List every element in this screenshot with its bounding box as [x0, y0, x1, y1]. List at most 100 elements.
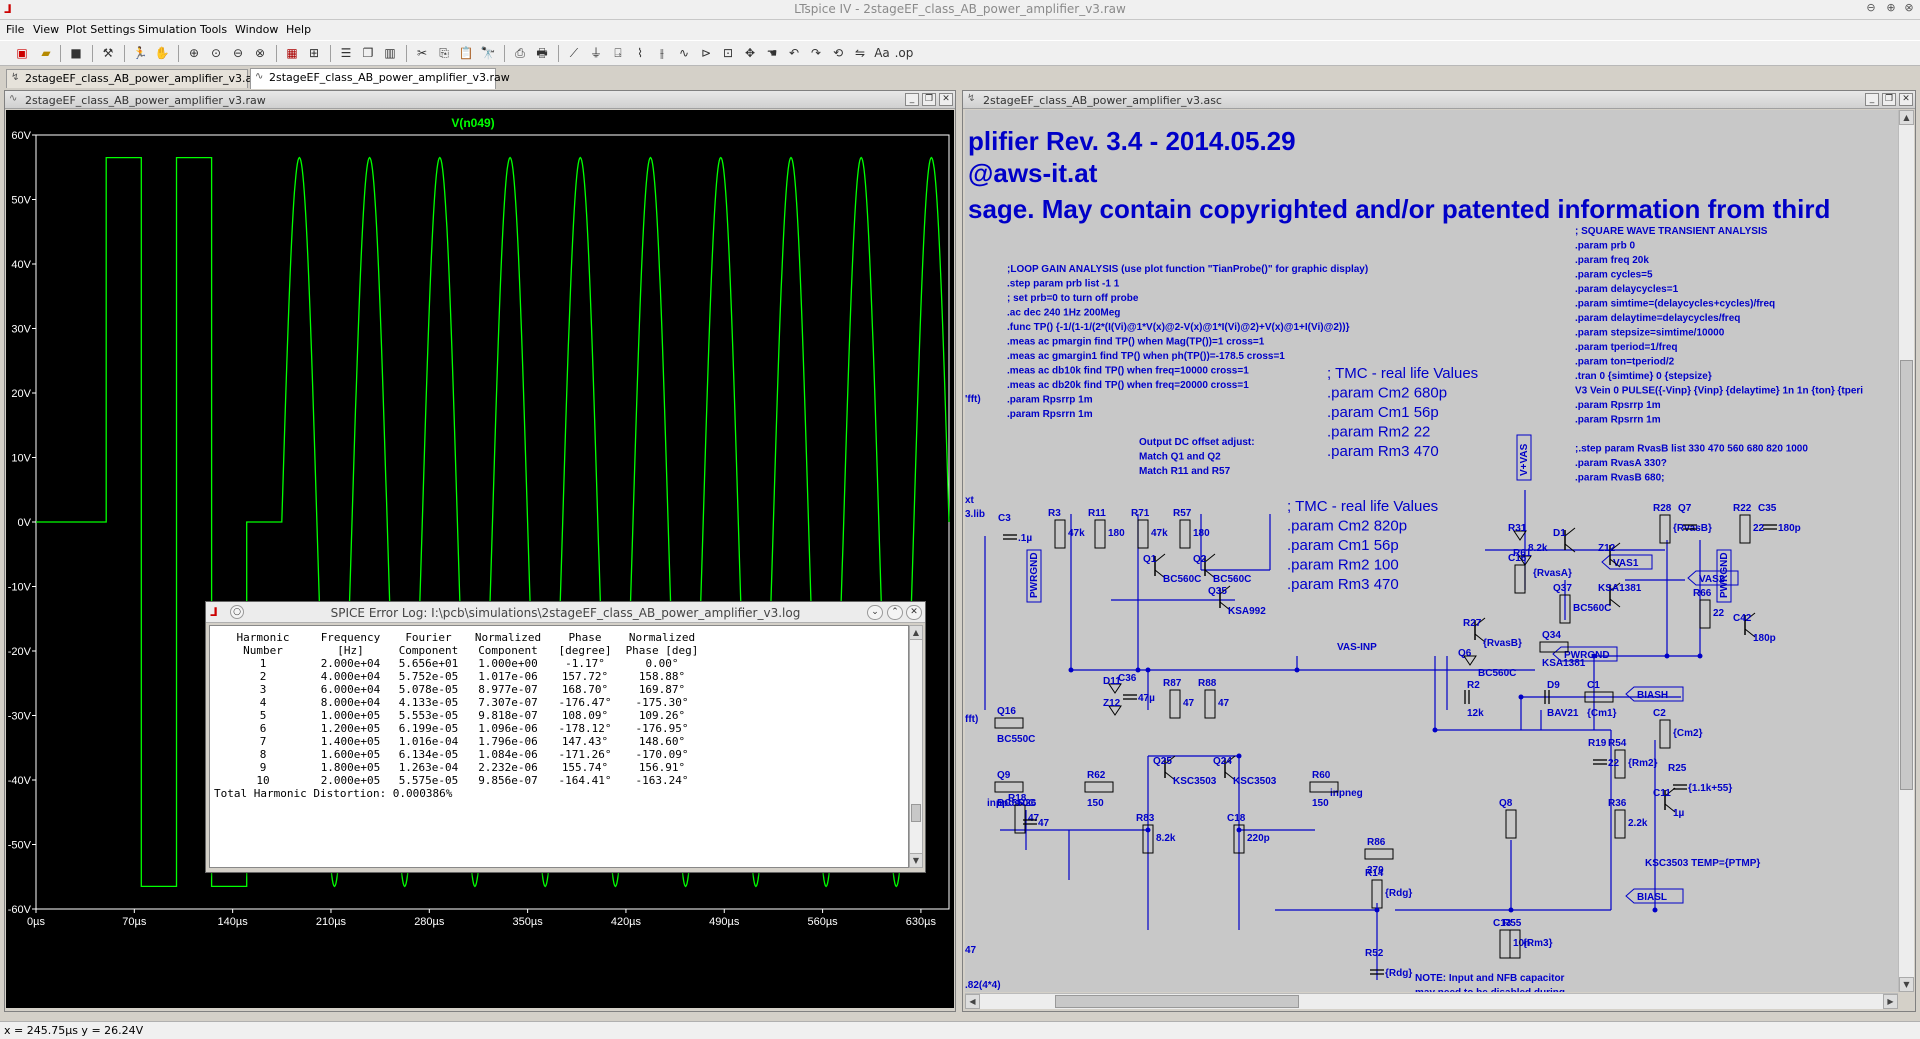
component-value: {RvasA} — [1533, 568, 1572, 579]
component-icon[interactable]: ⊡ — [718, 44, 738, 63]
maximize-icon[interactable]: ⌃ — [887, 605, 903, 620]
menu-help[interactable]: Help — [286, 23, 311, 36]
halt-icon[interactable]: ✋ — [152, 44, 172, 63]
inductor-icon[interactable]: ∿ — [674, 44, 694, 63]
component-value: 270 — [1367, 865, 1384, 876]
junction-dot — [1652, 907, 1658, 913]
restore-icon[interactable]: ❐ — [1882, 93, 1896, 106]
resistor-c16 — [1514, 564, 1526, 594]
resistor-r36 — [1614, 809, 1626, 839]
net-label-inpneg: inpneg — [1330, 788, 1363, 799]
error-log-scroll-thumb[interactable] — [911, 804, 921, 822]
minimize-icon[interactable]: ⊖ — [1862, 1, 1880, 17]
copy-icon[interactable]: ⎘ — [434, 44, 454, 63]
close-icon[interactable]: ✕ — [906, 605, 922, 620]
wire-icon[interactable]: ⟋ — [564, 44, 584, 63]
diode-icon[interactable]: ⊳ — [696, 44, 716, 63]
zoom-fit-icon[interactable]: ⊗ — [250, 44, 270, 63]
maximize-icon[interactable]: ⊕ — [1882, 1, 1900, 17]
close-icon[interactable]: ⊗ — [1900, 1, 1918, 17]
grid-icon[interactable]: ⊞ — [304, 44, 324, 63]
menu-plot-settings[interactable]: Plot Settings — [66, 23, 135, 36]
capacitor-icon[interactable]: ⫲ — [652, 44, 672, 63]
menu-file[interactable]: File — [6, 23, 24, 36]
drag-icon[interactable]: ☚ — [762, 44, 782, 63]
tile-horizontal-icon[interactable]: ☰ — [336, 44, 356, 63]
redo-icon[interactable]: ↷ — [806, 44, 826, 63]
spice-directive: .param Rpsrrp 1m — [1007, 395, 1093, 406]
resistor-r28 — [1659, 514, 1671, 544]
find-icon[interactable]: 🔭 — [478, 44, 498, 63]
resistor-r62 — [1084, 781, 1114, 793]
autorange-icon[interactable]: ▦ — [282, 44, 302, 63]
schematic-canvas[interactable]: plifier Rev. 3.4 - 2014.05.29 @aws-it.at s… — [965, 110, 1898, 992]
text-icon[interactable]: Aa — [872, 44, 892, 63]
move-icon[interactable]: ✥ — [740, 44, 760, 63]
spice-directive: .param cycles=5 — [1575, 270, 1653, 281]
tile-vertical-icon[interactable]: ▥ — [380, 44, 400, 63]
run-icon[interactable]: 🏃 — [130, 44, 150, 63]
scroll-left-icon[interactable]: ◀ — [965, 994, 980, 1009]
mirror-icon[interactable]: ⇋ — [850, 44, 870, 63]
component-ref: Q8 — [1499, 798, 1513, 809]
cut-icon[interactable]: ✂ — [412, 44, 432, 63]
scroll-down-icon[interactable]: ▼ — [1899, 977, 1914, 992]
trace-label-vn049[interactable]: V(n049) — [451, 116, 494, 130]
restore-icon[interactable]: ❐ — [922, 93, 936, 106]
label-net-icon[interactable]: ⍈ — [608, 44, 628, 63]
rotate-icon[interactable]: ⟲ — [828, 44, 848, 63]
vertical-scroll-thumb[interactable] — [1900, 360, 1913, 790]
waveform-plot[interactable]: 60V 50V 40V 30V 20V 10V 0V -10V -20V -30V -40V -50V… — [6, 110, 954, 1008]
undo-icon[interactable]: ↶ — [784, 44, 804, 63]
spice-directive: .param Rpsrrp 1m — [1575, 400, 1661, 411]
log-cell: Normalized — [474, 631, 542, 644]
scroll-down-icon[interactable]: ▼ — [909, 853, 923, 868]
component-ref: R83 — [1136, 813, 1155, 824]
print-icon[interactable]: 🖶 — [532, 44, 552, 63]
open-icon[interactable]: ▰ — [36, 44, 56, 63]
scroll-up-icon[interactable]: ▲ — [909, 625, 923, 640]
menu-window[interactable]: Window — [235, 23, 278, 36]
close-icon[interactable]: ✕ — [939, 93, 953, 106]
error-log-text[interactable]: Harmonic Frequency Fourier Normalized Phase N… — [209, 625, 909, 868]
zoom-pan-icon[interactable]: ⊙ — [206, 44, 226, 63]
component-value: 22 — [1753, 523, 1765, 534]
paste-icon[interactable]: 📋 — [456, 44, 476, 63]
minimize-icon[interactable]: _ — [1865, 93, 1879, 106]
scroll-right-icon[interactable]: ▶ — [1883, 994, 1898, 1009]
menu-simulation[interactable]: Simulation — [138, 23, 197, 36]
minimize-icon[interactable]: ⌄ — [867, 605, 883, 620]
menu-view[interactable]: View — [33, 23, 59, 36]
save-icon[interactable]: ■ — [66, 44, 86, 63]
ground-icon[interactable]: ⏚ — [586, 44, 606, 63]
component-value: {RvasB} — [1483, 638, 1522, 649]
zoom-out-icon[interactable]: ⊖ — [228, 44, 248, 63]
tab-waveform[interactable]: ∿ 2stageEF_class_AB_power_amplifier_v3.r… — [250, 68, 510, 89]
scroll-up-icon[interactable]: ▲ — [1899, 110, 1914, 125]
new-schematic-icon[interactable]: ▣ — [12, 44, 32, 63]
cascade-icon[interactable]: ❐ — [358, 44, 378, 63]
print-preview-icon[interactable]: ⎙ — [510, 44, 530, 63]
spice-directive-icon[interactable]: .op — [894, 44, 914, 63]
control-panel-icon[interactable]: ⚒ — [98, 44, 118, 63]
component-ref: R55 — [1503, 918, 1522, 929]
menu-tools[interactable]: Tools — [200, 23, 227, 36]
schematic-heading: sage. May contain copyrighted and/or pat… — [968, 194, 1830, 224]
close-icon[interactable]: ✕ — [1899, 93, 1913, 106]
schematic-svg[interactable]: plifier Rev. 3.4 - 2014.05.29@aws-it.at s… — [965, 110, 1898, 992]
zoom-in-icon[interactable]: ⊕ — [184, 44, 204, 63]
schematic-vertical-scrollbar[interactable]: ▲ ▼ — [1898, 110, 1914, 992]
horizontal-scroll-thumb[interactable] — [1055, 995, 1299, 1008]
component-value: {Rdg} — [1385, 968, 1412, 979]
resistor-icon[interactable]: ⌇ — [630, 44, 650, 63]
tab-schematic[interactable]: ↯ 2stageEF_class_AB_power_amplifier_v3.a… — [6, 69, 264, 88]
schematic-horizontal-scrollbar[interactable]: ◀ ▶ — [965, 993, 1898, 1009]
minimize-icon[interactable]: _ — [905, 93, 919, 106]
log-cell: [degree] — [558, 644, 612, 657]
waveform-svg[interactable]: 60V 50V 40V 30V 20V 10V 0V -10V -20V -30V -40V -50V… — [6, 110, 954, 1008]
schematic-comment: NOTE: Input and NFB capacitor — [1415, 973, 1565, 984]
error-log-scrollbar[interactable]: ▲ ▼ — [909, 625, 923, 868]
error-log-titlebar[interactable]: ⅃ ○ SPICE Error Log: I:\pcb\simulations\… — [206, 602, 925, 623]
component-ref: C36 — [1118, 673, 1137, 684]
resistor-r88 — [1204, 689, 1216, 719]
